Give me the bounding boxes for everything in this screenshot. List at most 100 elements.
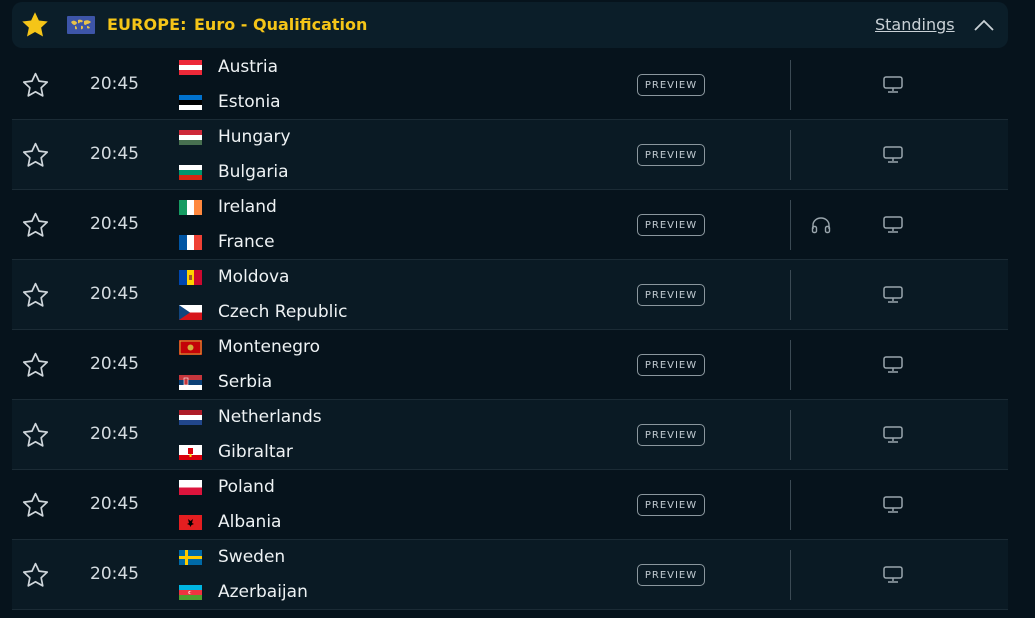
match-row[interactable]: 20:45 Netherlands Gibraltar PREVIEW bbox=[12, 400, 1008, 470]
match-row[interactable]: 20:45 Ireland France PREVIEW bbox=[12, 190, 1008, 260]
match-time: 20:45 bbox=[90, 284, 139, 304]
away-team[interactable]: Gibraltar bbox=[179, 441, 293, 463]
away-team-name: Albania bbox=[218, 512, 282, 532]
away-team[interactable]: Czech Republic bbox=[179, 301, 347, 323]
preview-button[interactable]: PREVIEW bbox=[637, 144, 705, 166]
match-time: 20:45 bbox=[90, 424, 139, 444]
match-row[interactable]: 20:45 Sweden Azerbaijan PREVIEW bbox=[12, 540, 1008, 610]
home-team[interactable]: Poland bbox=[179, 476, 275, 498]
tv-icon[interactable] bbox=[882, 215, 904, 234]
tv-icon[interactable] bbox=[882, 75, 904, 94]
home-team[interactable]: Netherlands bbox=[179, 406, 322, 428]
moldova-flag-icon bbox=[179, 269, 202, 285]
divider bbox=[790, 130, 791, 180]
match-row[interactable]: 20:45 Austria Estonia PREVIEW bbox=[12, 50, 1008, 120]
away-team[interactable]: Serbia bbox=[179, 371, 272, 393]
czech-republic-flag-icon bbox=[179, 304, 202, 320]
preview-button[interactable]: PREVIEW bbox=[637, 354, 705, 376]
away-team[interactable]: France bbox=[179, 231, 275, 253]
home-team-name: Sweden bbox=[218, 547, 286, 567]
away-team-name: Czech Republic bbox=[218, 302, 348, 322]
match-time: 20:45 bbox=[90, 144, 139, 164]
azerbaijan-flag-icon bbox=[179, 584, 202, 600]
league-name[interactable]: Euro - Qualification bbox=[194, 15, 367, 34]
chevron-up-icon[interactable] bbox=[973, 16, 995, 34]
home-team-name: Moldova bbox=[218, 267, 290, 287]
match-time: 20:45 bbox=[90, 74, 139, 94]
favorite-star-icon[interactable] bbox=[21, 421, 50, 450]
away-team[interactable]: Bulgaria bbox=[179, 161, 289, 183]
estonia-flag-icon bbox=[179, 94, 202, 110]
headphones-icon[interactable] bbox=[810, 216, 832, 234]
tv-icon[interactable] bbox=[882, 425, 904, 444]
austria-flag-icon bbox=[179, 59, 202, 75]
preview-button[interactable]: PREVIEW bbox=[637, 284, 705, 306]
preview-button[interactable]: PREVIEW bbox=[637, 494, 705, 516]
preview-button[interactable]: PREVIEW bbox=[637, 564, 705, 586]
home-team-name: Ireland bbox=[218, 197, 277, 217]
favorite-star-icon[interactable] bbox=[21, 211, 50, 240]
bulgaria-flag-icon bbox=[179, 164, 202, 180]
tv-icon[interactable] bbox=[882, 565, 904, 584]
preview-button[interactable]: PREVIEW bbox=[637, 74, 705, 96]
divider bbox=[790, 550, 791, 600]
match-row[interactable]: 20:45 Poland Albania PREVIEW bbox=[12, 470, 1008, 540]
favorite-star-icon[interactable] bbox=[21, 561, 50, 590]
away-team-name: Bulgaria bbox=[218, 162, 289, 182]
away-team-name: Estonia bbox=[218, 92, 281, 112]
match-time: 20:45 bbox=[90, 564, 139, 584]
away-team-name: Serbia bbox=[218, 372, 273, 392]
ireland-flag-icon bbox=[179, 199, 202, 215]
divider bbox=[790, 200, 791, 250]
home-team-name: Poland bbox=[218, 477, 275, 497]
tv-icon[interactable] bbox=[882, 145, 904, 164]
home-team-name: Hungary bbox=[218, 127, 291, 147]
home-team-name: Netherlands bbox=[218, 407, 322, 427]
divider bbox=[790, 410, 791, 460]
tv-icon[interactable] bbox=[882, 285, 904, 304]
divider bbox=[790, 60, 791, 110]
match-time: 20:45 bbox=[90, 354, 139, 374]
europe-flag-icon bbox=[67, 16, 95, 34]
france-flag-icon bbox=[179, 234, 202, 250]
match-row[interactable]: 20:45 Hungary Bulgaria PREVIEW bbox=[12, 120, 1008, 190]
home-team[interactable]: Montenegro bbox=[179, 336, 320, 358]
standings-link[interactable]: Standings bbox=[875, 15, 955, 34]
favorite-star-icon[interactable] bbox=[21, 351, 50, 380]
albania-flag-icon bbox=[179, 514, 202, 530]
home-team[interactable]: Ireland bbox=[179, 196, 277, 218]
match-row[interactable]: 20:45 Montenegro Serbia PREVIEW bbox=[12, 330, 1008, 400]
home-team-name: Austria bbox=[218, 57, 279, 77]
match-time: 20:45 bbox=[90, 494, 139, 514]
poland-flag-icon bbox=[179, 479, 202, 495]
sweden-flag-icon bbox=[179, 549, 202, 565]
serbia-flag-icon bbox=[179, 374, 202, 390]
montenegro-flag-icon bbox=[179, 339, 202, 355]
home-team[interactable]: Sweden bbox=[179, 546, 285, 568]
away-team-name: France bbox=[218, 232, 275, 252]
home-team[interactable]: Austria bbox=[179, 56, 278, 78]
away-team[interactable]: Azerbaijan bbox=[179, 581, 308, 603]
gibraltar-flag-icon bbox=[179, 444, 202, 460]
favorite-star-icon[interactable] bbox=[21, 281, 50, 310]
favorite-star-icon[interactable] bbox=[21, 141, 50, 170]
tv-icon[interactable] bbox=[882, 355, 904, 374]
league-country: EUROPE: bbox=[107, 15, 187, 34]
home-team-name: Montenegro bbox=[218, 337, 321, 357]
away-team[interactable]: Estonia bbox=[179, 91, 281, 113]
hungary-flag-icon bbox=[179, 129, 202, 145]
preview-button[interactable]: PREVIEW bbox=[637, 424, 705, 446]
favorite-league-star-icon[interactable] bbox=[20, 10, 50, 40]
home-team[interactable]: Hungary bbox=[179, 126, 291, 148]
netherlands-flag-icon bbox=[179, 409, 202, 425]
favorite-star-icon[interactable] bbox=[21, 71, 50, 100]
preview-button[interactable]: PREVIEW bbox=[637, 214, 705, 236]
home-team[interactable]: Moldova bbox=[179, 266, 289, 288]
tv-icon[interactable] bbox=[882, 495, 904, 514]
favorite-star-icon[interactable] bbox=[21, 491, 50, 520]
away-team-name: Gibraltar bbox=[218, 442, 293, 462]
away-team[interactable]: Albania bbox=[179, 511, 281, 533]
league-header: EUROPE: Euro - Qualification Standings bbox=[12, 2, 1008, 48]
away-team-name: Azerbaijan bbox=[218, 582, 308, 602]
match-row[interactable]: 20:45 Moldova Czech Republic PREVIEW bbox=[12, 260, 1008, 330]
